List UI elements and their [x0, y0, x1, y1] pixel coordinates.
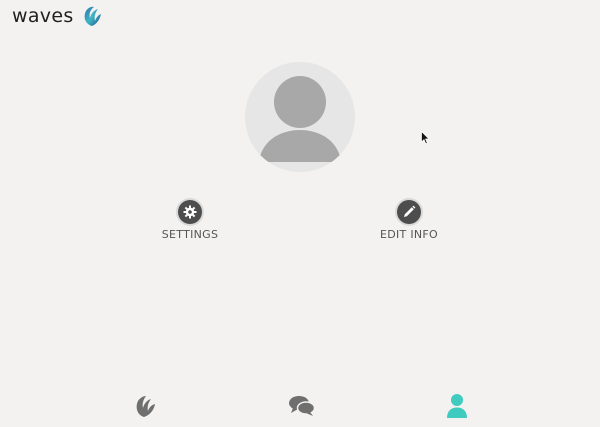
app-name: waves: [12, 5, 74, 27]
edit-info-label: EDIT INFO: [379, 228, 439, 241]
edit-info-button[interactable]: EDIT INFO: [359, 200, 459, 241]
settings-label: SETTINGS: [161, 228, 219, 241]
user-silhouette-icon: [259, 76, 341, 162]
nav-item-profile[interactable]: [443, 392, 471, 420]
chat-bubbles-icon: [289, 396, 316, 416]
nav-item-home[interactable]: [131, 392, 159, 420]
gear-icon: [178, 200, 202, 224]
waves-logo-icon: [84, 6, 101, 27]
pencil-icon: [397, 200, 421, 224]
waves-icon: [136, 396, 155, 417]
user-icon: [447, 394, 467, 418]
nav-item-chat[interactable]: [288, 392, 316, 420]
settings-button[interactable]: SETTINGS: [140, 200, 240, 241]
bottom-navigation: [0, 392, 600, 422]
mouse-pointer-icon: [421, 131, 430, 145]
profile-avatar[interactable]: [245, 62, 355, 172]
app-header: waves: [12, 4, 104, 28]
